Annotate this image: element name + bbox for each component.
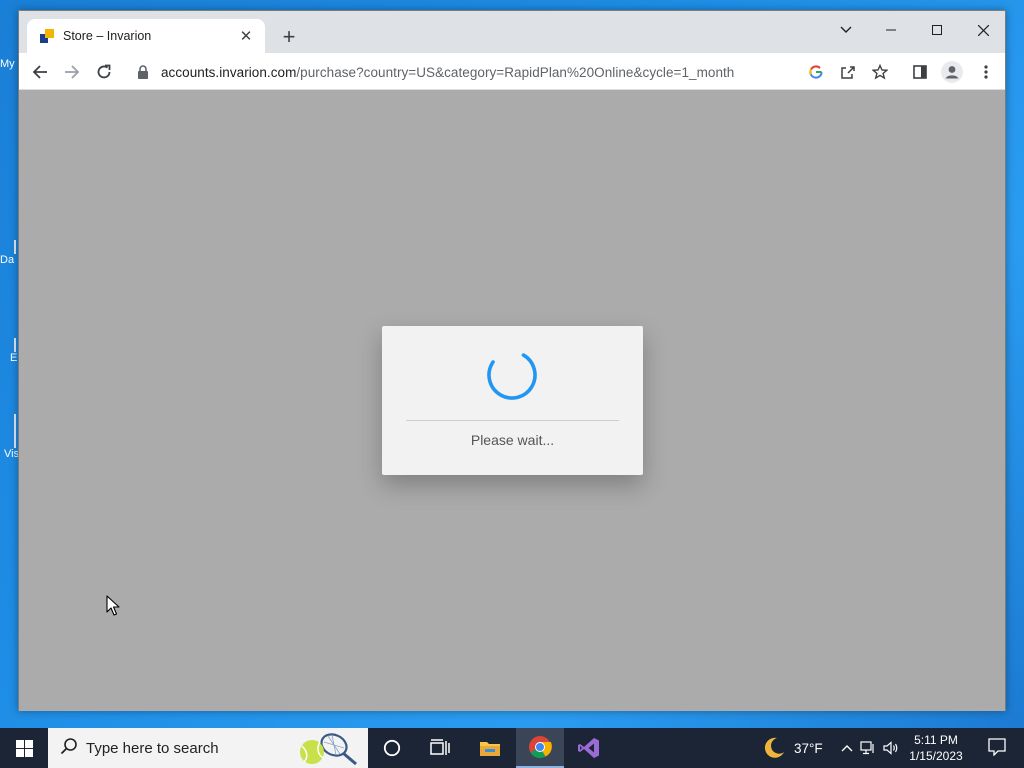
share-icon[interactable]	[837, 61, 859, 83]
chrome-taskbar-button[interactable]	[516, 728, 564, 768]
search-placeholder: Type here to search	[86, 739, 219, 757]
notification-center-button[interactable]	[988, 738, 1006, 761]
browser-window: Store – Invarion ✕ + accounts.invarion.c…	[18, 10, 1006, 711]
task-view-icon	[430, 739, 450, 755]
divider	[406, 420, 619, 421]
task-view-button[interactable]	[416, 728, 464, 768]
desktop-icon-e[interactable]: E	[0, 338, 18, 364]
desktop-icon-label: Vis	[4, 448, 18, 460]
maximize-button[interactable]	[922, 17, 952, 43]
browser-tab[interactable]: Store – Invarion ✕	[27, 19, 265, 53]
url-host: accounts.invarion.com	[161, 65, 297, 80]
start-button[interactable]	[0, 728, 48, 768]
reload-button[interactable]	[91, 59, 117, 85]
profile-button[interactable]	[939, 59, 965, 85]
side-panel-button[interactable]	[907, 59, 933, 85]
side-panel-icon	[913, 65, 927, 79]
taskbar-search-box[interactable]: Type here to search	[48, 728, 368, 768]
avatar-icon	[941, 61, 963, 83]
taskbar: Type here to search 37°F 5:11 PM 1/15/20…	[0, 728, 1024, 768]
system-tray	[838, 728, 902, 768]
cortana-circle-icon	[383, 739, 401, 757]
bookmark-star-icon[interactable]	[869, 61, 891, 83]
cortana-button[interactable]	[368, 728, 416, 768]
url-path: /purchase?country=US&category=RapidPlan%…	[296, 65, 735, 80]
system-clock[interactable]: 5:11 PM 1/15/2023	[906, 732, 966, 764]
visual-studio-button[interactable]	[565, 728, 613, 768]
folder-icon	[480, 742, 500, 756]
tab-title: Store – Invarion	[63, 29, 152, 43]
lock-icon	[137, 65, 149, 84]
invarion-favicon-icon	[40, 29, 54, 43]
search-icon	[60, 737, 78, 760]
title-bar: Store – Invarion ✕ +	[19, 11, 1005, 53]
reload-icon	[97, 64, 111, 79]
close-icon	[977, 24, 989, 36]
close-window-button[interactable]	[968, 17, 998, 43]
weather-temperature: 37°F	[794, 740, 823, 756]
url-text: accounts.invarion.com/purchase?country=U…	[161, 65, 734, 80]
address-bar[interactable]: accounts.invarion.com/purchase?country=U…	[129, 57, 909, 87]
browser-toolbar: accounts.invarion.com/purchase?country=U…	[19, 53, 1005, 90]
desktop-icon-label: My	[0, 58, 15, 70]
network-icon[interactable]	[856, 741, 880, 755]
minimize-icon	[886, 29, 896, 31]
clock-date: 1/15/2023	[909, 749, 963, 763]
chrome-icon	[529, 736, 552, 758]
desktop-icon-my[interactable]: My	[0, 58, 18, 70]
notification-icon	[988, 738, 1006, 757]
chevron-down-icon	[840, 26, 852, 33]
new-tab-button[interactable]: +	[277, 25, 301, 49]
desktop-icon-label: Da	[0, 254, 15, 266]
desktop-icon-da[interactable]: Da	[0, 240, 18, 266]
arrow-left-icon	[32, 65, 47, 79]
tab-search-button[interactable]	[831, 17, 861, 43]
maximize-icon	[932, 25, 942, 35]
clock-time: 5:11 PM	[914, 733, 958, 747]
loading-dialog: Please wait...	[382, 326, 643, 475]
more-vertical-icon	[984, 65, 988, 79]
arrow-right-icon	[65, 65, 80, 79]
visual-studio-icon	[578, 738, 599, 758]
loading-message: Please wait...	[470, 432, 555, 448]
page-content: Please wait...	[19, 91, 1005, 711]
google-lens-icon[interactable]	[805, 61, 827, 83]
loading-spinner-icon	[487, 350, 537, 400]
tennis-ball-racket-icon	[294, 730, 360, 768]
mouse-cursor-icon	[106, 595, 120, 616]
desktop-icon-label: E	[10, 352, 18, 364]
minimize-button[interactable]	[876, 17, 906, 43]
forward-button[interactable]	[59, 59, 85, 85]
menu-button[interactable]	[973, 59, 999, 85]
back-button[interactable]	[27, 59, 53, 85]
desktop-icon-vis[interactable]: Vis	[0, 414, 18, 460]
windows-logo-icon	[15, 739, 33, 757]
file-explorer-button[interactable]	[466, 728, 514, 768]
weather-widget[interactable]: 37°F	[762, 728, 823, 768]
tab-close-icon[interactable]: ✕	[237, 27, 255, 45]
volume-icon[interactable]	[880, 741, 902, 755]
chevron-up-icon[interactable]	[838, 744, 856, 752]
moon-icon	[764, 737, 784, 758]
